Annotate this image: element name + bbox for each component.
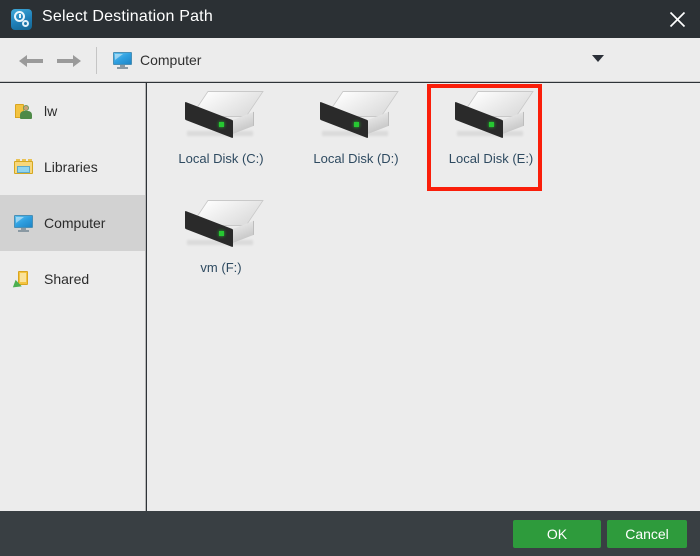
arrow-right-icon[interactable]	[52, 50, 86, 72]
user-folder-icon	[14, 102, 34, 120]
sidebar-item-label: Libraries	[44, 159, 98, 175]
breadcrumb-label: Computer	[140, 52, 202, 68]
libraries-icon	[14, 158, 34, 176]
sidebar-item-computer[interactable]: Computer	[0, 195, 145, 251]
arrow-left-icon[interactable]	[14, 50, 48, 72]
sidebar-item-label: Shared	[44, 271, 90, 287]
drive-list-pane: Local Disk (C:) Local Disk (D:) Local Di…	[147, 83, 700, 511]
dialog-footer: OK Cancel	[0, 511, 700, 556]
hard-drive-icon	[453, 87, 534, 143]
sidebar-item-label: lw	[44, 103, 58, 119]
drive-label: vm (F:)	[200, 260, 242, 275]
sidebar-item-shared[interactable]: Shared	[0, 251, 145, 307]
hard-drive-icon	[183, 87, 264, 143]
chevron-down-icon[interactable]	[592, 55, 604, 62]
hard-drive-icon	[318, 87, 399, 143]
window-title: Select Destination Path	[42, 8, 213, 25]
monitor-icon	[14, 214, 34, 232]
navigation-toolbar: Computer	[0, 38, 700, 111]
clock-gear-icon	[11, 9, 32, 30]
sidebar-item-lw[interactable]: lw	[0, 83, 145, 139]
title-bar: Select Destination Path	[0, 0, 700, 38]
drive-label: Local Disk (E:)	[448, 151, 534, 166]
cancel-button[interactable]: Cancel	[607, 520, 687, 548]
places-sidebar: lw Libraries Computer Shared	[0, 83, 146, 511]
drive-item-c[interactable]: Local Disk (C:)	[167, 87, 275, 189]
hard-drive-icon	[183, 196, 264, 252]
sidebar-item-label: Computer	[44, 215, 106, 231]
drive-label: Local Disk (C:)	[178, 151, 264, 166]
drive-item-f[interactable]: vm (F:)	[167, 196, 275, 298]
ok-button[interactable]: OK	[513, 520, 601, 548]
select-destination-path-dialog: Select Destination Path Computer lw Libr…	[0, 0, 700, 556]
close-icon[interactable]	[654, 0, 700, 38]
toolbar-divider	[96, 47, 97, 74]
drive-item-d[interactable]: Local Disk (D:)	[302, 87, 410, 189]
sidebar-item-libraries[interactable]: Libraries	[0, 139, 145, 195]
shared-folder-icon	[12, 270, 34, 291]
drive-item-e[interactable]: Local Disk (E:)	[437, 87, 545, 189]
breadcrumb[interactable]: Computer	[113, 49, 201, 71]
drive-label: Local Disk (D:)	[313, 151, 399, 166]
monitor-icon	[113, 52, 132, 69]
